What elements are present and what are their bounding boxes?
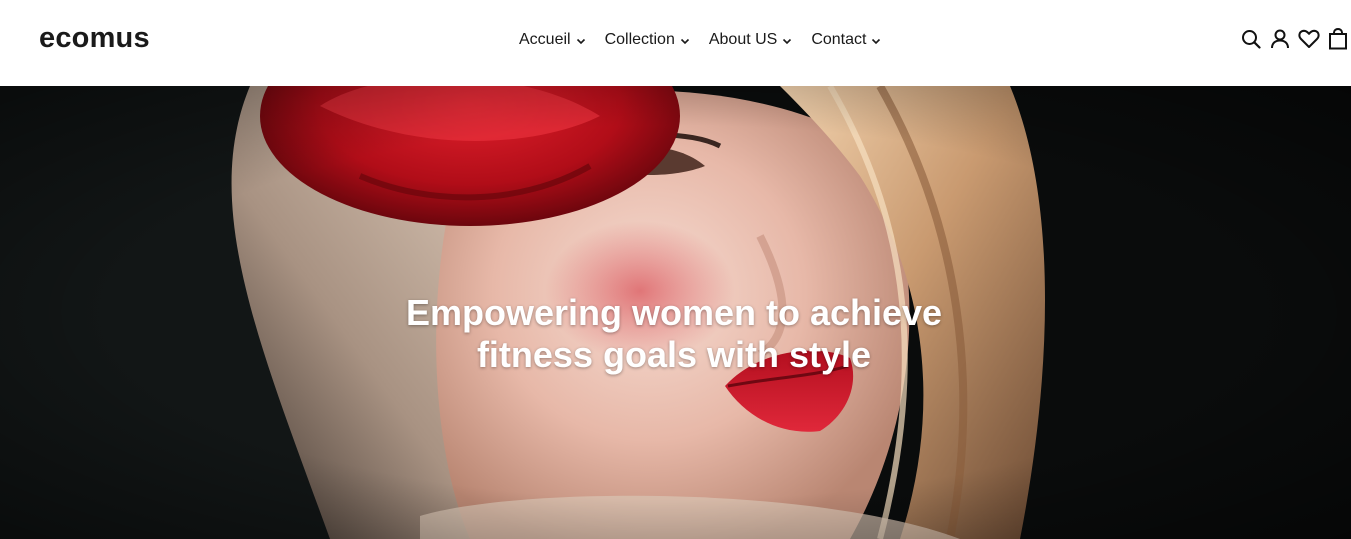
- nav-item-about-us[interactable]: About US: [709, 29, 793, 51]
- cart-icon[interactable]: [1327, 28, 1349, 50]
- nav-item-label: Collection: [604, 31, 675, 48]
- hero-title-line-1: Empowering women to achieve: [405, 292, 943, 334]
- user-icon[interactable]: [1269, 28, 1291, 50]
- search-icon[interactable]: [1240, 28, 1262, 50]
- chevron-down-icon: [783, 38, 792, 45]
- chevron-down-icon: [576, 38, 585, 45]
- nav-item-accueil[interactable]: Accueil: [519, 29, 587, 51]
- nav-item-contact[interactable]: Contact: [811, 29, 882, 51]
- hero-title-line-2: fitness goals with style: [476, 334, 872, 376]
- logo[interactable]: ecomus: [39, 22, 150, 55]
- chevron-down-icon: [872, 38, 881, 45]
- site-header: ecomus Accueil Collection About US Conta…: [0, 0, 1351, 86]
- header-actions: [1240, 28, 1349, 50]
- nav-item-collection[interactable]: Collection: [605, 29, 691, 51]
- main-nav: Accueil Collection About US Contact: [519, 29, 900, 51]
- hero-title: Empowering women to achieve fitness goal…: [0, 292, 1348, 376]
- nav-item-label: About US: [708, 31, 778, 48]
- nav-item-label: Contact: [811, 31, 867, 48]
- nav-item-label: Accueil: [519, 31, 571, 48]
- heart-icon[interactable]: [1298, 28, 1320, 50]
- chevron-down-icon: [680, 38, 689, 45]
- hero-banner: Empowering women to achieve fitness goal…: [0, 86, 1351, 539]
